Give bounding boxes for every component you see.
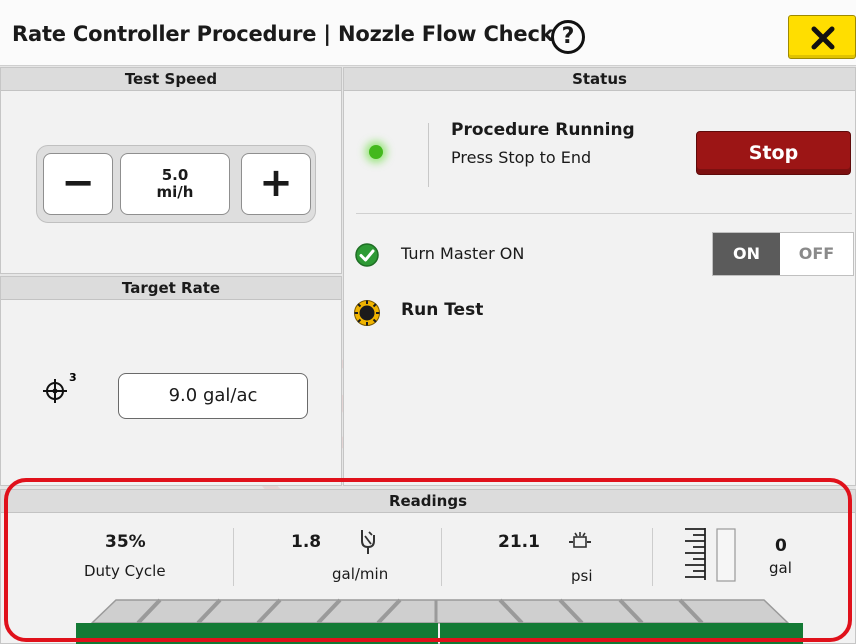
master-toggle[interactable]: ON OFF — [712, 232, 854, 276]
readings-divider — [652, 528, 653, 586]
target-icon-superscript: 3 — [69, 371, 77, 384]
target-crosshair-icon: 3 — [43, 371, 77, 403]
boom-section-left — [76, 623, 438, 644]
duty-cycle-label: Duty Cycle — [84, 562, 166, 580]
pressure-unit: psi — [571, 567, 593, 585]
toggle-off-option[interactable]: OFF — [780, 233, 853, 275]
status-separator — [356, 213, 852, 214]
pressure-gauge-icon — [569, 532, 591, 548]
duty-cycle-value: 35% — [105, 532, 146, 552]
master-switch-label: Turn Master ON — [401, 244, 525, 263]
status-heading: Status — [344, 68, 855, 91]
toggle-on-option[interactable]: ON — [713, 233, 780, 275]
speed-decrement-button[interactable]: − — [43, 153, 113, 215]
green-led-icon — [369, 145, 383, 159]
stop-button[interactable]: Stop — [696, 131, 851, 175]
speed-increment-button[interactable]: + — [241, 153, 311, 215]
speed-value: 5.0 — [161, 166, 189, 184]
readings-panel: Readings 35% Duty Cycle 1.8 gal/min 21.1… — [0, 489, 856, 644]
help-icon[interactable]: ? — [551, 20, 585, 54]
procedure-status-title: Procedure Running — [451, 120, 635, 140]
target-rate-panel: Target Rate 3 9.0 gal/ac — [0, 276, 342, 486]
readings-divider — [233, 528, 234, 586]
in-progress-icon — [354, 300, 380, 326]
readings-heading: Readings — [1, 490, 855, 513]
check-circle-icon — [355, 243, 379, 267]
procedure-status-subtitle: Press Stop to End — [451, 148, 592, 167]
volume-value: 0 — [775, 536, 787, 556]
target-rate-input[interactable]: 9.0 gal/ac — [118, 373, 308, 419]
tank-level-icon — [685, 528, 736, 582]
flow-unit: gal/min — [332, 565, 389, 583]
boom-section-right — [440, 623, 803, 644]
speed-unit: mi/h — [156, 183, 194, 201]
run-test-label: Run Test — [401, 300, 484, 320]
test-speed-heading: Test Speed — [1, 68, 341, 91]
title-bar: Rate Controller Procedure | Nozzle Flow … — [0, 0, 856, 66]
target-rate-heading: Target Rate — [1, 277, 341, 300]
volume-unit: gal — [769, 559, 792, 577]
status-panel: Status Procedure Running Press Stop to E… — [343, 67, 856, 486]
page-title: Rate Controller Procedure | Nozzle Flow … — [12, 22, 554, 46]
test-speed-panel: Test Speed − 5.0 mi/h + — [0, 67, 342, 274]
close-button[interactable] — [788, 15, 856, 59]
status-divider — [428, 123, 429, 187]
speed-stepper: − 5.0 mi/h + — [36, 145, 316, 223]
boom-sections-icon — [90, 598, 790, 624]
pressure-value: 21.1 — [498, 532, 540, 552]
flow-meter-icon — [361, 530, 375, 554]
speed-value-field[interactable]: 5.0 mi/h — [120, 153, 230, 215]
close-x-icon — [811, 26, 835, 50]
flow-value: 1.8 — [291, 532, 322, 552]
readings-divider — [441, 528, 442, 586]
